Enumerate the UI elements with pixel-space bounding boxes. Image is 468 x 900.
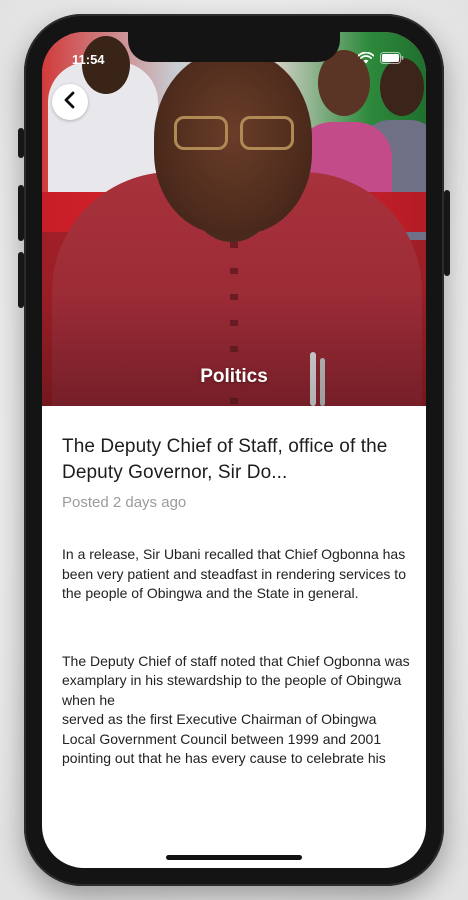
phone-frame: 11:54 Politics The Deputy Chief of Staff…: [24, 14, 444, 886]
back-button[interactable]: [52, 84, 88, 120]
battery-icon: [380, 52, 404, 64]
status-icons: [358, 52, 404, 64]
power-button: [444, 190, 450, 276]
home-indicator[interactable]: [166, 855, 302, 860]
article-headline: The Deputy Chief of Staff, office of the…: [62, 436, 388, 483]
article-content: The Deputy Chief of Staff, office of the…: [62, 434, 412, 769]
article-paragraph: In a release, Sir Ubani recalled that Ch…: [62, 546, 406, 601]
chevron-left-icon: [63, 91, 77, 114]
device-stage: 11:54 Politics The Deputy Chief of Staff…: [0, 0, 468, 900]
posted-time: Posted 2 days ago: [62, 494, 187, 511]
hero-image: [42, 32, 426, 406]
category-label: Politics: [200, 366, 268, 387]
article-paragraph: The Deputy Chief of staff noted that Chi…: [62, 652, 410, 767]
wifi-icon: [358, 52, 374, 64]
notch: [128, 32, 340, 62]
status-time: 11:54: [72, 52, 105, 67]
app-screen: 11:54 Politics The Deputy Chief of Staff…: [42, 32, 426, 868]
